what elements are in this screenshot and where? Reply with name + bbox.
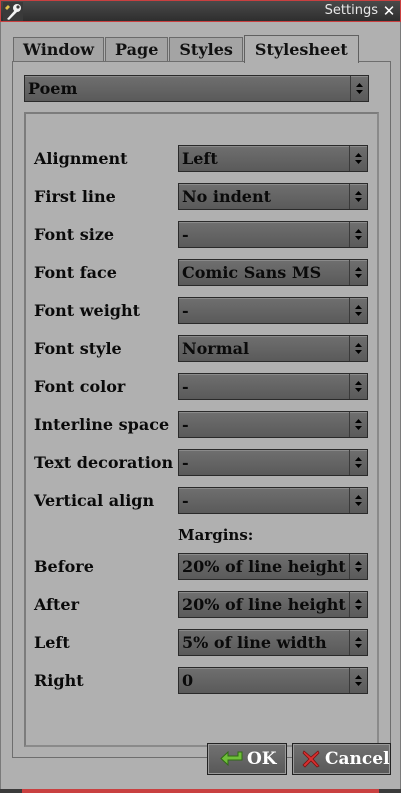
margin-after-value: 20% of line height [182, 595, 346, 614]
updown-arrows-icon [349, 488, 367, 513]
red-x-icon [301, 749, 321, 769]
font-size-label: Font size [34, 225, 115, 244]
updown-arrows-icon [349, 298, 367, 323]
text-decoration-value: - [182, 453, 189, 472]
margin-left-select[interactable]: 5% of line width [178, 629, 368, 656]
vertical-align-label: Vertical align [34, 491, 155, 510]
margin-left-value: 5% of line width [182, 633, 327, 652]
margin-before-value: 20% of line height [182, 557, 346, 576]
interline-space-label: Interline space [34, 415, 170, 434]
tab-styles[interactable]: Styles [169, 37, 243, 62]
margin-left-label: Left [34, 633, 70, 652]
margin-right-label: Right [34, 671, 84, 690]
tab-bar: Window Page Styles Stylesheet [13, 35, 360, 63]
settings-window: Window Page Styles Stylesheet Poem Align… [0, 22, 401, 789]
font-color-value: - [182, 377, 189, 396]
margins-heading: Margins: [178, 526, 254, 544]
cancel-button[interactable]: Cancel [292, 743, 391, 775]
font-style-value: Normal [182, 339, 250, 358]
first-line-label: First line [34, 187, 116, 206]
updown-arrows-icon [349, 184, 367, 209]
margin-after-label: After [34, 595, 80, 614]
ok-button[interactable]: OK [207, 743, 287, 775]
updown-arrows-icon [350, 76, 368, 101]
font-weight-label: Font weight [34, 301, 140, 320]
text-decoration-label: Text decoration [34, 453, 174, 472]
margin-after-select[interactable]: 20% of line height [178, 591, 368, 618]
close-icon[interactable]: ✕ [381, 3, 397, 19]
updown-arrows-icon [349, 336, 367, 361]
font-color-select[interactable]: - [178, 373, 368, 400]
tab-page[interactable]: Page [105, 37, 169, 62]
text-decoration-select[interactable]: - [178, 449, 368, 476]
margin-before-select[interactable]: 20% of line height [178, 553, 368, 580]
title-bar: Settings ✕ [0, 0, 401, 22]
green-check-arrow-icon [220, 750, 244, 768]
font-face-select[interactable]: Comic Sans MS [178, 259, 368, 286]
first-line-value: No indent [182, 187, 271, 206]
updown-arrows-icon [349, 146, 367, 171]
updown-arrows-icon [349, 630, 367, 655]
font-size-value: - [182, 225, 189, 244]
alignment-label: Alignment [34, 149, 128, 168]
style-select[interactable]: Poem [24, 75, 369, 102]
tab-stylesheet[interactable]: Stylesheet [243, 35, 359, 63]
alignment-value: Left [182, 149, 218, 168]
font-weight-select[interactable]: - [178, 297, 368, 324]
vertical-align-value: - [182, 491, 189, 510]
ok-button-label: OK [247, 749, 277, 769]
updown-arrows-icon [349, 222, 367, 247]
margin-right-value: 0 [182, 671, 194, 690]
alignment-select[interactable]: Left [178, 145, 368, 172]
updown-arrows-icon [349, 450, 367, 475]
updown-arrows-icon [349, 592, 367, 617]
window-title: Settings [324, 3, 378, 18]
font-color-label: Font color [34, 377, 126, 396]
cancel-button-label: Cancel [325, 749, 390, 769]
interline-space-select[interactable]: - [178, 411, 368, 438]
font-face-value: Comic Sans MS [182, 263, 322, 282]
font-weight-value: - [182, 301, 189, 320]
updown-arrows-icon [349, 668, 367, 693]
updown-arrows-icon [349, 374, 367, 399]
font-size-select[interactable]: - [178, 221, 368, 248]
first-line-select[interactable]: No indent [178, 183, 368, 210]
updown-arrows-icon [349, 554, 367, 579]
stylesheet-panel: Poem Alignment Left First line No indent… [12, 61, 391, 758]
margin-right-select[interactable]: 0 [178, 667, 368, 694]
tab-window[interactable]: Window [13, 37, 105, 62]
updown-arrows-icon [349, 412, 367, 437]
wrench-icon [3, 2, 23, 21]
vertical-align-select[interactable]: - [178, 487, 368, 514]
style-select-value: Poem [28, 79, 78, 98]
margin-before-label: Before [34, 557, 94, 576]
interline-space-value: - [182, 415, 189, 434]
bottom-border [0, 789, 401, 793]
updown-arrows-icon [349, 260, 367, 285]
font-face-label: Font face [34, 263, 117, 282]
font-style-label: Font style [34, 339, 122, 358]
font-style-select[interactable]: Normal [178, 335, 368, 362]
